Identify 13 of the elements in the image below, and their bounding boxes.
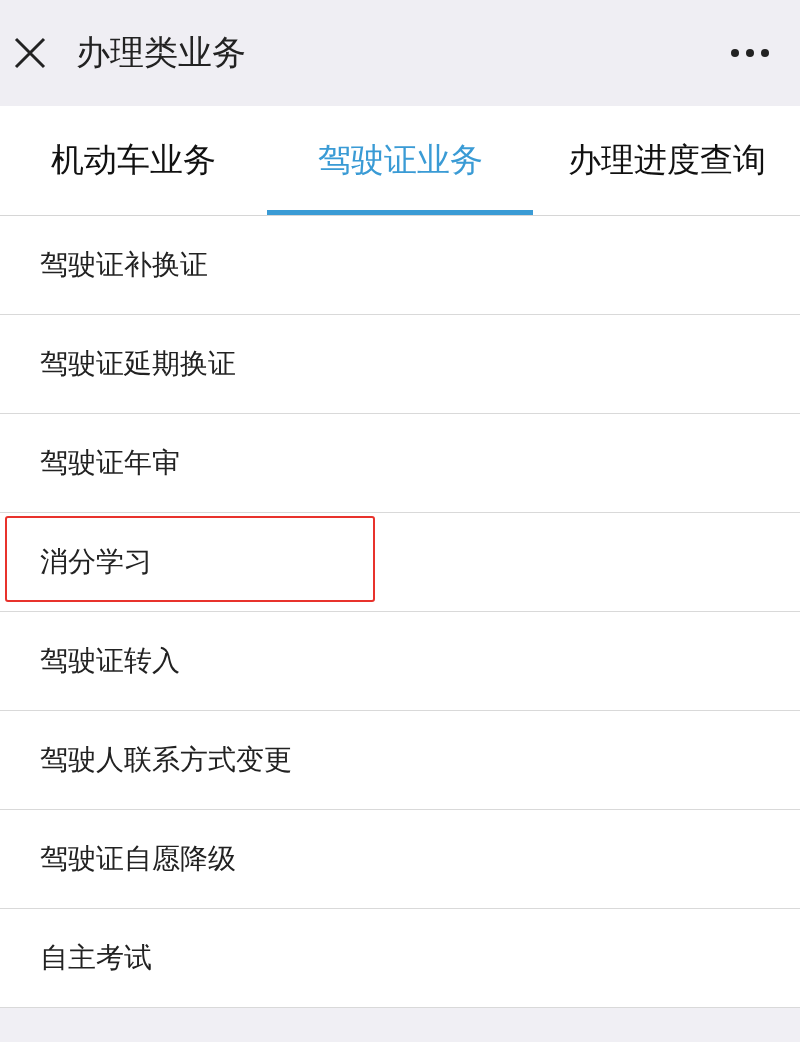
list-item[interactable]: 驾驶证补换证	[0, 216, 800, 315]
list-item[interactable]: 驾驶人联系方式变更	[0, 711, 800, 810]
list-item[interactable]: 自主考试	[0, 909, 800, 1008]
list-item[interactable]: 驾驶证转入	[0, 612, 800, 711]
list-item[interactable]: 驾驶证延期换证	[0, 315, 800, 414]
list-item[interactable]: 驾驶证自愿降级	[0, 810, 800, 909]
list-item[interactable]: 驾驶证年审	[0, 414, 800, 513]
close-icon[interactable]	[14, 37, 46, 69]
tab[interactable]: 办理进度查询	[533, 106, 800, 215]
page-title: 办理类业务	[76, 31, 247, 74]
list-item[interactable]: 消分学习	[0, 513, 800, 612]
tab[interactable]: 机动车业务	[0, 106, 267, 215]
more-icon[interactable]	[730, 48, 770, 58]
